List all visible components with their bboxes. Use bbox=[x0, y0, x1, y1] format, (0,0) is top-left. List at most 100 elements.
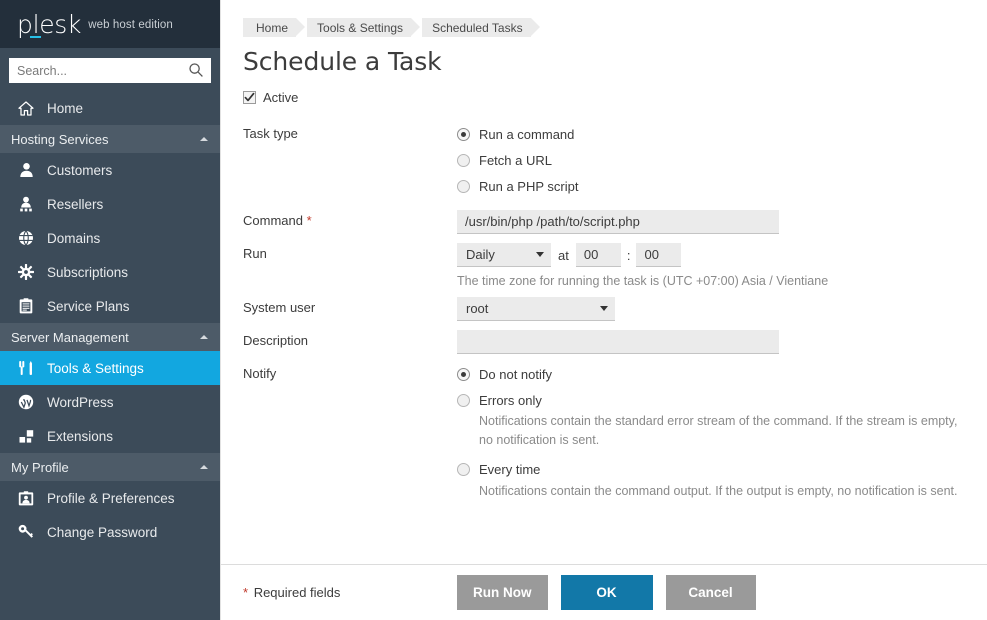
sidebar-item-extensions[interactable]: Extensions bbox=[0, 419, 220, 453]
plesk-logo[interactable]: plesk bbox=[17, 9, 82, 39]
run-now-button[interactable]: Run Now bbox=[457, 575, 548, 610]
radio-every-time-input[interactable] bbox=[457, 463, 470, 476]
profile-card-icon bbox=[16, 489, 36, 507]
search-container bbox=[0, 48, 220, 91]
radio-run-a-php-script-label: Run a PHP script bbox=[479, 178, 579, 194]
required-fields-note: * Required fields bbox=[243, 585, 457, 600]
sidebar-item-tools-and-settings[interactable]: Tools & Settings bbox=[0, 351, 220, 385]
radio-errors-only-input[interactable] bbox=[457, 393, 470, 407]
system-user-select[interactable]: root bbox=[457, 297, 615, 321]
description-input[interactable] bbox=[457, 330, 779, 354]
breadcrumb-item-home[interactable]: Home bbox=[243, 18, 306, 37]
brand-edition-label: web host edition bbox=[88, 19, 173, 31]
system-user-field: root bbox=[457, 297, 965, 321]
required-fields-text: Required fields bbox=[253, 585, 341, 600]
search-input[interactable] bbox=[9, 58, 211, 83]
sidebar-item-resellers-label: Resellers bbox=[47, 196, 104, 212]
form-row-notify: Notify Do not notify Errors only Notific… bbox=[243, 363, 965, 509]
radio-run-a-command-input[interactable] bbox=[457, 127, 470, 141]
run-frequency-select[interactable]: Daily bbox=[457, 243, 551, 267]
radio-run-a-php-script-input[interactable] bbox=[457, 179, 470, 193]
command-label-text: Command bbox=[243, 213, 303, 228]
wordpress-icon bbox=[16, 393, 36, 411]
caret-up-icon[interactable] bbox=[200, 465, 208, 469]
command-field bbox=[457, 210, 965, 234]
sidebar-item-subscriptions[interactable]: Subscriptions bbox=[0, 255, 220, 289]
radio-run-a-command-label: Run a command bbox=[479, 126, 575, 142]
task-type-label: Task type bbox=[243, 126, 298, 141]
sidebar-group-hosting-services[interactable]: Hosting Services bbox=[0, 125, 220, 153]
cancel-button[interactable]: Cancel bbox=[665, 575, 756, 610]
radio-do-not-notify-input[interactable] bbox=[457, 367, 470, 381]
ok-button[interactable]: OK bbox=[560, 575, 653, 610]
sidebar-group-server-management-label: Server Management bbox=[11, 329, 129, 345]
sidebar-item-change-password[interactable]: Change Password bbox=[0, 515, 220, 549]
radio-errors-only-label: Errors only bbox=[479, 392, 542, 408]
blocks-icon bbox=[16, 427, 36, 445]
page-title: Schedule a Task bbox=[243, 47, 442, 76]
active-checkbox[interactable] bbox=[243, 91, 256, 104]
run-hour-input[interactable] bbox=[575, 243, 621, 267]
radio-errors-only-description: Notifications contain the standard error… bbox=[479, 414, 958, 447]
notify-label: Notify bbox=[243, 366, 277, 381]
gear-icon bbox=[16, 263, 36, 281]
radio-fetch-a-url-input[interactable] bbox=[457, 153, 470, 167]
run-time-colon: : bbox=[626, 247, 631, 263]
content-inner: Home Tools & Settings Scheduled Tasks Sc… bbox=[221, 0, 987, 509]
radio-errors-only[interactable]: Errors only bbox=[457, 389, 965, 411]
breadcrumb: Home Tools & Settings Scheduled Tasks bbox=[243, 18, 965, 37]
sidebar-item-home[interactable]: Home bbox=[0, 91, 220, 125]
description-label: Description bbox=[243, 333, 309, 348]
radio-every-time-label: Every time bbox=[479, 462, 541, 477]
checkmark-icon bbox=[244, 92, 255, 102]
search-box[interactable] bbox=[9, 58, 211, 83]
clipboard-icon bbox=[16, 297, 36, 315]
notify-options: Do not notify Errors only Notifications … bbox=[457, 363, 965, 509]
timezone-hint: The time zone for running the task is (U… bbox=[457, 274, 829, 288]
run-label: Run bbox=[243, 246, 267, 261]
sidebar-item-service-plans[interactable]: Service Plans bbox=[0, 289, 220, 323]
form-row-command: Command * bbox=[243, 210, 965, 234]
breadcrumb-item-scheduled-tasks[interactable]: Scheduled Tasks bbox=[422, 18, 540, 37]
plesk-app: plesk web host edition Home bbox=[0, 0, 987, 620]
sidebar-item-profile-preferences-label: Profile & Preferences bbox=[47, 490, 175, 506]
sidebar-item-profile-preferences[interactable]: Profile & Preferences bbox=[0, 481, 220, 515]
active-checkbox-row[interactable]: Active bbox=[243, 90, 965, 105]
chevron-down-icon bbox=[536, 252, 544, 257]
run-minute-input[interactable] bbox=[636, 243, 682, 267]
caret-up-icon[interactable] bbox=[200, 335, 208, 339]
sidebar-item-customers-label: Customers bbox=[47, 162, 113, 178]
plesk-logo-text: plesk bbox=[17, 9, 82, 39]
sidebar-item-home-label: Home bbox=[47, 100, 84, 116]
sidebar-item-extensions-label: Extensions bbox=[47, 428, 114, 444]
system-user-value: root bbox=[466, 301, 489, 316]
form-row-run: Run Daily at : The time zone for running… bbox=[243, 243, 965, 288]
sidebar-item-service-plans-label: Service Plans bbox=[47, 298, 130, 314]
radio-fetch-a-url[interactable]: Fetch a URL bbox=[457, 149, 965, 171]
description-field bbox=[457, 330, 965, 354]
sidebar-item-wordpress[interactable]: WordPress bbox=[0, 385, 220, 419]
logo-underline-accent bbox=[30, 35, 41, 38]
key-icon bbox=[16, 523, 36, 541]
radio-run-a-php-script[interactable]: Run a PHP script bbox=[457, 175, 965, 197]
system-user-label: System user bbox=[243, 300, 316, 315]
sidebar-item-tools-and-settings-label: Tools & Settings bbox=[47, 360, 144, 376]
caret-up-icon[interactable] bbox=[200, 137, 208, 141]
sidebar-item-resellers[interactable]: Resellers bbox=[0, 187, 220, 221]
breadcrumb-item-tools-settings[interactable]: Tools & Settings bbox=[307, 18, 421, 37]
command-input[interactable] bbox=[457, 210, 779, 234]
required-fields-star: * bbox=[243, 585, 249, 600]
sidebar-group-server-management[interactable]: Server Management bbox=[0, 323, 220, 351]
command-required-marker: * bbox=[306, 213, 312, 228]
command-label: Command * bbox=[243, 210, 457, 234]
run-frequency-value: Daily bbox=[466, 247, 495, 262]
sidebar-item-customers[interactable]: Customers bbox=[0, 153, 220, 187]
radio-do-not-notify[interactable]: Do not notify bbox=[457, 363, 965, 385]
globe-icon bbox=[16, 229, 36, 247]
tools-icon bbox=[16, 359, 36, 377]
sidebar-item-domains[interactable]: Domains bbox=[0, 221, 220, 255]
sidebar-group-my-profile[interactable]: My Profile bbox=[0, 453, 220, 481]
sidebar-item-domains-label: Domains bbox=[47, 230, 101, 246]
radio-run-a-command[interactable]: Run a command bbox=[457, 123, 965, 145]
radio-every-time[interactable]: Every time bbox=[457, 459, 965, 481]
